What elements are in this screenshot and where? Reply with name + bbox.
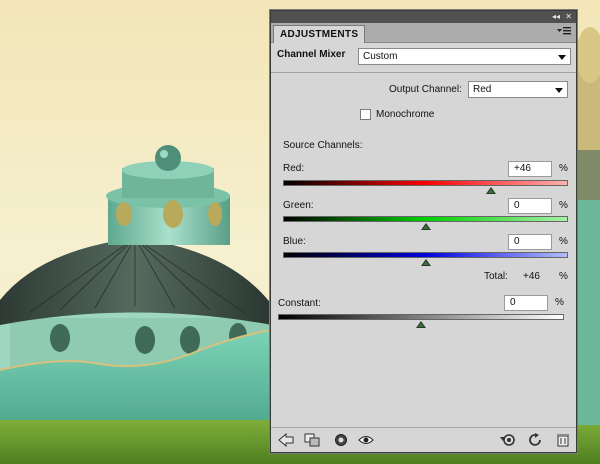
source-channels-label: Source Channels: xyxy=(283,140,363,151)
layer-visibility-state-icon[interactable] xyxy=(333,433,349,447)
output-channel-label: Output Channel: xyxy=(389,84,462,95)
total-label: Total: xyxy=(484,271,508,282)
back-arrow-icon[interactable] xyxy=(278,432,294,448)
eye-visibility-icon[interactable] xyxy=(358,433,374,447)
chevron-down-icon xyxy=(558,55,566,60)
chevron-down-icon xyxy=(555,88,563,93)
panel-title-bar[interactable]: ◂◂ ✕ xyxy=(271,11,576,23)
preset-select[interactable]: Custom xyxy=(358,48,571,65)
monochrome-checkbox[interactable] xyxy=(360,109,371,120)
panel-footer-toolbar xyxy=(271,427,576,452)
red-percent-unit: % xyxy=(559,163,568,174)
blue-slider-track[interactable] xyxy=(283,252,568,258)
clip-to-layer-icon[interactable] xyxy=(304,433,320,447)
reset-previous-state-icon[interactable] xyxy=(500,433,516,447)
constant-label: Constant: xyxy=(278,298,321,309)
constant-slider-track[interactable] xyxy=(278,314,564,320)
constant-percent-unit: % xyxy=(555,297,564,308)
total-percent-unit: % xyxy=(559,271,568,282)
collapse-panel-icon[interactable]: ◂◂ xyxy=(552,12,560,22)
reset-default-icon[interactable] xyxy=(528,433,544,447)
green-channel-label: Green: xyxy=(283,200,314,211)
output-channel-select[interactable]: Red xyxy=(468,81,568,98)
green-value-input[interactable]: 0 xyxy=(508,198,552,214)
total-value: +46 xyxy=(523,271,540,282)
blue-percent-unit: % xyxy=(559,236,568,247)
red-channel-label: Red: xyxy=(283,163,305,174)
green-slider-track[interactable] xyxy=(283,216,568,222)
panel-tab-row: ADJUSTMENTS xyxy=(271,23,576,43)
monochrome-label: Monochrome xyxy=(376,109,435,120)
red-value-input[interactable]: +46 xyxy=(508,161,552,177)
green-percent-unit: % xyxy=(559,200,568,211)
constant-value-input[interactable]: 0 xyxy=(504,295,548,311)
adjustment-title: Channel Mixer xyxy=(277,49,346,60)
close-panel-icon[interactable]: ✕ xyxy=(565,12,572,22)
adjustments-panel: ◂◂ ✕ ADJUSTMENTS Channel Mixer Custom Ou… xyxy=(270,10,577,453)
adjustment-header: Channel Mixer Custom xyxy=(271,44,576,73)
tab-adjustments[interactable]: ADJUSTMENTS xyxy=(273,25,366,43)
preset-select-value: Custom xyxy=(363,51,398,62)
panel-menu-icon[interactable] xyxy=(557,26,571,38)
red-slider-track[interactable] xyxy=(283,180,568,186)
output-channel-value: Red xyxy=(473,84,492,95)
blue-channel-label: Blue: xyxy=(283,236,306,247)
trash-icon[interactable] xyxy=(555,433,571,447)
blue-value-input[interactable]: 0 xyxy=(508,234,552,250)
